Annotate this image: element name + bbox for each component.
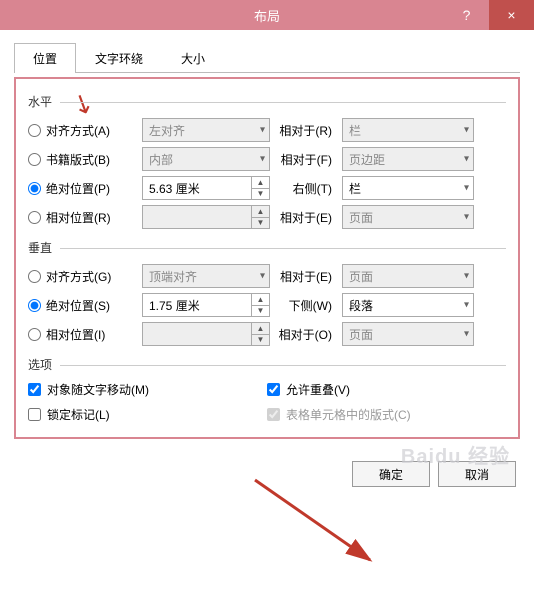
tab-size[interactable]: 大小 [162,43,224,73]
v-align-radio[interactable]: 对齐方式(G) [28,268,136,285]
opt-lock-anchor[interactable]: 锁定标记(L) [28,406,267,423]
h-align-rel-combo[interactable]: 栏▾ [342,118,474,142]
spin-down-icon[interactable]: ▼ [252,218,269,229]
h-rel-rel-combo[interactable]: 页面▾ [342,205,474,229]
tab-strip: 位置 文字环绕 大小 [14,42,520,73]
h-rel-spinner[interactable]: ▲▼ [142,205,270,229]
h-book-radio[interactable]: 书籍版式(B) [28,151,136,168]
v-align-combo[interactable]: 顶端对齐▾ [142,264,270,288]
spin-up-icon[interactable]: ▲ [252,294,269,306]
h-abs-radio[interactable]: 绝对位置(P) [28,180,136,197]
h-book-combo[interactable]: 内部▾ [142,147,270,171]
h-book-rel-combo[interactable]: 页边距▾ [342,147,474,171]
spin-up-icon[interactable]: ▲ [252,177,269,189]
spin-up-icon[interactable]: ▲ [252,206,269,218]
v-rel-spinner[interactable]: ▲▼ [142,322,270,346]
annotation-arrow-ok [250,475,390,575]
chevron-down-icon: ▾ [464,329,469,340]
titlebar: 布局 ? × [0,0,534,30]
dialog-body: 位置 文字环绕 大小 ↘ 水平 对齐方式(A) 左对齐▾ 相对于(R) 栏▾ 书… [0,30,534,501]
chevron-down-icon: ▾ [464,154,469,165]
section-options: 选项 [28,356,506,373]
h-abs-rel-label: 右侧(T) [276,180,336,197]
spin-down-icon[interactable]: ▼ [252,189,269,200]
chevron-down-icon: ▾ [260,271,265,282]
chevron-down-icon: ▾ [464,183,469,194]
opt-move-with-text[interactable]: 对象随文字移动(M) [28,381,267,398]
h-book-rel-label: 相对于(F) [276,151,336,168]
help-button[interactable]: ? [444,0,489,30]
v-rel-radio[interactable]: 相对位置(I) [28,326,136,343]
opt-allow-overlap[interactable]: 允许重叠(V) [267,381,506,398]
h-align-radio[interactable]: 对齐方式(A) [28,122,136,139]
spin-down-icon[interactable]: ▼ [252,335,269,346]
v-abs-rel-label: 下侧(W) [276,297,336,314]
tab-text-wrap[interactable]: 文字环绕 [76,43,162,73]
chevron-down-icon: ▾ [260,154,265,165]
v-rel-rel-combo[interactable]: 页面▾ [342,322,474,346]
h-rel-rel-label: 相对于(E) [276,209,336,226]
v-align-rel-label: 相对于(E) [276,268,336,285]
spin-down-icon[interactable]: ▼ [252,306,269,317]
spin-up-icon[interactable]: ▲ [252,323,269,335]
h-abs-rel-combo[interactable]: 栏▾ [342,176,474,200]
ok-button[interactable]: 确定 [352,461,430,487]
tab-panel-position: 水平 对齐方式(A) 左对齐▾ 相对于(R) 栏▾ 书籍版式(B) 内部▾ 相对… [14,77,520,439]
v-align-rel-combo[interactable]: 页面▾ [342,264,474,288]
section-vertical: 垂直 [28,239,506,256]
h-align-rel-label: 相对于(R) [276,122,336,139]
chevron-down-icon: ▾ [464,271,469,282]
chevron-down-icon: ▾ [464,300,469,311]
section-horizontal: 水平 [28,93,506,110]
chevron-down-icon: ▾ [260,125,265,136]
opt-table-cell-layout: 表格单元格中的版式(C) [267,406,506,423]
cancel-button[interactable]: 取消 [438,461,516,487]
chevron-down-icon: ▾ [464,212,469,223]
v-abs-rel-combo[interactable]: 段落▾ [342,293,474,317]
v-rel-rel-label: 相对于(O) [276,326,336,343]
h-abs-spinner[interactable]: 5.63 厘米▲▼ [142,176,270,200]
chevron-down-icon: ▾ [464,125,469,136]
h-align-combo[interactable]: 左对齐▾ [142,118,270,142]
v-abs-radio[interactable]: 绝对位置(S) [28,297,136,314]
v-abs-spinner[interactable]: 1.75 厘米▲▼ [142,293,270,317]
tab-position[interactable]: 位置 [14,43,76,73]
close-button[interactable]: × [489,0,534,30]
h-rel-radio[interactable]: 相对位置(R) [28,209,136,226]
